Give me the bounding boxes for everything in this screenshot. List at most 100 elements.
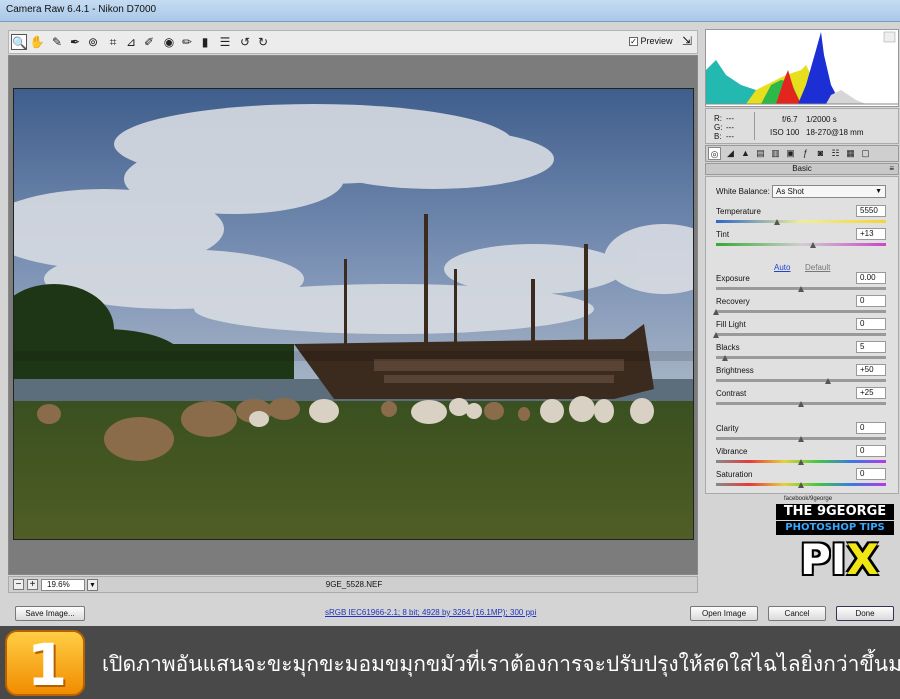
zoom-dropdown-icon[interactable]: ▼ — [87, 579, 98, 591]
blacks-slider-thumb[interactable] — [721, 355, 729, 361]
recovery-value[interactable]: 0 — [856, 295, 886, 307]
fill-light-slider[interactable] — [716, 333, 886, 336]
lens-corrections-tab-icon[interactable]: ▣ — [784, 147, 797, 160]
graduated-filter-tool-icon[interactable]: ▮ — [197, 34, 213, 50]
workflow-options-link[interactable]: sRGB IEC61966-2.1; 8 bit; 4928 by 3264 (… — [325, 608, 536, 617]
exposure-label: Exposure — [716, 274, 750, 283]
red-eye-tool-icon[interactable]: ◉ — [161, 34, 177, 50]
brightness-label: Brightness — [716, 366, 754, 375]
effects-tab-icon[interactable]: ƒ — [799, 147, 812, 160]
contrast-slider-thumb[interactable] — [798, 401, 805, 407]
hand-tool-icon[interactable]: ✋ — [29, 34, 45, 50]
exposure-slider-thumb[interactable] — [798, 286, 805, 292]
logo-pi: PI — [800, 535, 847, 584]
cancel-button[interactable]: Cancel — [768, 606, 826, 621]
auto-link[interactable]: Auto — [774, 263, 790, 272]
clarity-value[interactable]: 0 — [856, 422, 886, 434]
snapshots-tab-icon[interactable]: ▦ — [844, 147, 857, 160]
temperature-slider-thumb[interactable] — [774, 219, 781, 225]
split-toning-tab-icon[interactable]: ▥ — [769, 147, 782, 160]
contrast-value[interactable]: +25 — [856, 387, 886, 399]
tint-slider[interactable] — [716, 243, 886, 246]
brightness-slider-thumb[interactable] — [825, 378, 832, 384]
fill-light-value[interactable]: 0 — [856, 318, 886, 330]
info-panel: R: --- G: --- B: --- f/6.7 1/2000 s ISO … — [705, 108, 899, 144]
target-adjustment-tool-icon[interactable]: ⊚ — [85, 34, 101, 50]
presets-tab-icon[interactable]: ☷ — [829, 147, 842, 160]
aperture: f/6.7 — [782, 115, 798, 124]
zoom-tool-icon[interactable]: 🔍 — [11, 34, 27, 50]
file-name: 9GE_5528.NEF — [325, 580, 383, 589]
vibrance-label: Vibrance — [716, 447, 748, 456]
vibrance-value[interactable]: 0 — [856, 445, 886, 457]
b-value: --- — [726, 132, 734, 141]
checkbox-icon[interactable]: ✓ — [629, 37, 638, 47]
recovery-slider[interactable] — [716, 310, 886, 313]
window-title: Camera Raw 6.4.1 - Nikon D7000 — [6, 4, 157, 15]
tint-slider-thumb[interactable] — [809, 242, 817, 248]
logo-small-text: facebook/9george — [784, 496, 833, 502]
iso: ISO 100 — [770, 128, 800, 137]
spot-removal-tool-icon[interactable]: ✐ — [141, 34, 157, 50]
logo-line-2: PHOTOSHOP TIPS — [776, 521, 894, 535]
contrast-label: Contrast — [716, 389, 747, 398]
open-image-button[interactable]: Open Image — [690, 606, 758, 621]
white-balance-label: White Balance: — [716, 187, 770, 196]
crop-tool-icon[interactable]: ⌗ — [105, 34, 121, 50]
hsl-tab-icon[interactable]: ▤ — [754, 147, 767, 160]
recovery-slider-thumb[interactable] — [713, 309, 720, 315]
default-link[interactable]: Default — [805, 263, 830, 272]
camera-calibration-tab-icon[interactable]: ◙ — [814, 147, 827, 160]
rotate-ccw-icon[interactable]: ↺ — [237, 34, 253, 50]
white-balance-select[interactable]: As Shot ▼ — [772, 185, 886, 198]
blacks-value[interactable]: 5 — [856, 341, 886, 353]
panel-menu-icon[interactable]: ≡ — [889, 164, 894, 174]
rotate-cw-icon[interactable]: ↻ — [255, 34, 271, 50]
image-canvas[interactable] — [8, 55, 698, 575]
saturation-value[interactable]: 0 — [856, 468, 886, 480]
preferences-icon[interactable]: ☰ — [217, 34, 233, 50]
r-value: --- — [726, 114, 734, 123]
color-sampler-tool-icon[interactable]: ✒ — [67, 34, 83, 50]
photo-image — [14, 89, 693, 539]
blacks-slider[interactable] — [716, 356, 886, 359]
zoom-level-field[interactable]: 19.6% — [41, 579, 85, 591]
step-badge: 1 — [5, 630, 85, 699]
adjustment-brush-tool-icon[interactable]: ✏ — [179, 34, 195, 50]
step-number: 1 — [26, 631, 68, 699]
saturation-slider-thumb[interactable] — [798, 482, 805, 488]
temperature-value[interactable]: 5550 — [856, 205, 886, 217]
fill-light-slider-thumb[interactable] — [713, 332, 720, 338]
panel-tabs: ◎ ◢ ▲ ▤ ▥ ▣ ƒ ◙ ☷ ▦ ▢ — [705, 145, 899, 162]
tint-value[interactable]: +13 — [856, 228, 886, 240]
brightness-value[interactable]: +50 — [856, 364, 886, 376]
histogram — [705, 29, 899, 107]
caption-text: เปิดภาพอันแสนจะขะมุกขะมอมขมุกขมัวที่เราต… — [102, 652, 900, 676]
blacks-label: Blacks — [716, 343, 740, 352]
zoom-out-button[interactable]: − — [13, 579, 24, 590]
detail-tab-icon[interactable]: ▲ — [739, 147, 752, 160]
vibrance-slider-thumb[interactable] — [798, 459, 805, 465]
done-button[interactable]: Done — [836, 606, 894, 621]
clarity-label: Clarity — [716, 424, 739, 433]
preview-checkbox[interactable]: ✓ Preview — [629, 36, 673, 47]
brightness-slider[interactable] — [716, 379, 886, 382]
snapshot-tab-icon[interactable]: ▢ — [859, 147, 872, 160]
white-balance-tool-icon[interactable]: ✎ — [49, 34, 65, 50]
histogram-graph — [706, 30, 898, 106]
exposure-value[interactable]: 0.00 — [856, 272, 886, 284]
clarity-slider-thumb[interactable] — [798, 436, 805, 442]
basic-tab-icon[interactable]: ◎ — [708, 147, 721, 160]
tone-curve-tab-icon[interactable]: ◢ — [724, 147, 737, 160]
temperature-slider[interactable] — [716, 220, 886, 223]
saturation-label: Saturation — [716, 470, 753, 479]
panel-title: Basic — [792, 164, 812, 173]
fullscreen-icon[interactable]: ⇲ — [679, 34, 695, 50]
save-image-button[interactable]: Save Image... — [15, 606, 85, 621]
shutter-speed: 1/2000 s — [806, 115, 837, 124]
basic-panel: White Balance: As Shot ▼ Temperature 555… — [705, 176, 899, 494]
white-balance-value: As Shot — [776, 187, 805, 196]
straighten-tool-icon[interactable]: ⊿ — [123, 34, 139, 50]
zoom-in-button[interactable]: + — [27, 579, 38, 590]
panel-header: Basic ≡ — [705, 163, 899, 175]
